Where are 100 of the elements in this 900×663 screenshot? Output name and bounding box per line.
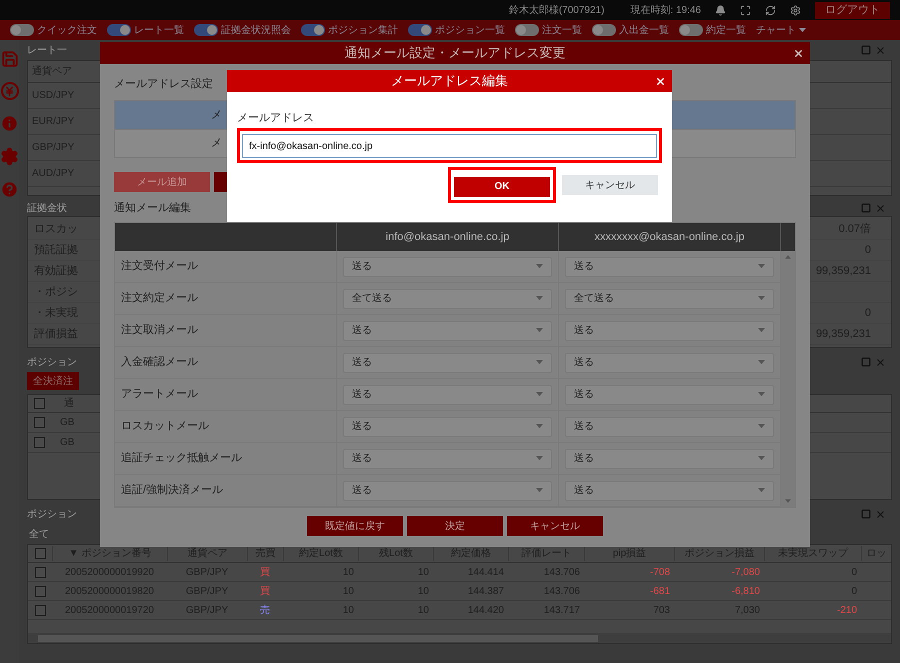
down-arrow-icon[interactable]	[785, 499, 791, 503]
table-cell-text: -681	[648, 584, 671, 598]
dropdown[interactable]: 送る	[565, 384, 774, 404]
settings-icon[interactable]	[790, 4, 801, 16]
section-title: 通知メール編集	[114, 200, 191, 216]
clock: 現在時刻: 19:46	[630, 4, 701, 18]
caret-icon	[758, 328, 765, 333]
toggle-switch[interactable]	[515, 24, 539, 36]
add-mail-button[interactable]: メール追加	[114, 172, 210, 192]
checkbox[interactable]	[34, 548, 46, 559]
caret-icon	[758, 264, 765, 269]
ok-button[interactable]: OK	[454, 176, 550, 196]
caret-icon	[536, 296, 543, 301]
panel-title: ポジション	[27, 356, 77, 370]
info-icon[interactable]	[0, 114, 19, 133]
help-icon[interactable]	[0, 180, 19, 199]
refresh-icon[interactable]	[765, 4, 776, 16]
user-name: 鈴木太郎様(7007921)	[508, 4, 604, 18]
row-label: 注文約定メール	[115, 283, 337, 314]
dropdown[interactable]: 送る	[565, 448, 774, 468]
toggle-switch[interactable]	[408, 24, 432, 36]
scrollbar[interactable]	[28, 633, 891, 643]
caret-icon	[536, 392, 543, 397]
dropdown[interactable]: 送る	[343, 480, 552, 500]
dropdown[interactable]: 送る	[343, 448, 552, 468]
close-icon[interactable]	[655, 76, 666, 87]
row-label: ロスカットメール	[115, 411, 337, 442]
checkbox[interactable]	[34, 417, 44, 428]
dropdown[interactable]: 全て送る	[343, 288, 552, 308]
dialog-button[interactable]: 既定値に戻す	[307, 516, 403, 536]
table-cell-text: 買	[259, 584, 271, 598]
caret-icon	[758, 296, 765, 301]
dropdown[interactable]: 送る	[565, 320, 774, 340]
table-cell-text: 売	[259, 604, 271, 618]
dropdown[interactable]: 送る	[343, 352, 552, 372]
dropdown[interactable]: 送る	[565, 256, 774, 276]
toggle-switch[interactable]	[10, 24, 34, 36]
logout-button[interactable]: ログアウト	[815, 2, 890, 18]
caret-icon	[758, 488, 765, 493]
scrollbar[interactable]	[781, 251, 795, 507]
panel-title: 証拠金状	[27, 202, 67, 216]
fullscreen-icon[interactable]	[740, 4, 751, 16]
field-label: メールアドレス	[237, 111, 315, 126]
dropdown[interactable]: 送る	[343, 384, 552, 404]
row-label: アラートメール	[115, 379, 337, 410]
caret-icon	[758, 456, 765, 461]
email-field[interactable]: fx-info@okasan-online.co.jp	[242, 134, 657, 158]
dropdown[interactable]: 送る	[343, 320, 552, 340]
cancel-button[interactable]: キャンセル	[562, 175, 658, 195]
toggle-switch[interactable]	[107, 24, 131, 36]
caret-icon	[758, 392, 765, 397]
bell-icon[interactable]	[715, 4, 726, 16]
toggle-label: 入出金一覧	[619, 24, 669, 38]
row-label: 入金確認メール	[115, 347, 337, 378]
caret-icon	[799, 28, 806, 32]
up-arrow-icon[interactable]	[785, 255, 791, 259]
maximize-icon[interactable]	[861, 45, 871, 55]
maximize-icon[interactable]	[861, 357, 871, 367]
chart-menu[interactable]: チャート	[756, 22, 806, 38]
dropdown[interactable]: 送る	[343, 256, 552, 276]
dialog-button[interactable]: 決定	[407, 516, 503, 536]
dialog-title: メールアドレス編集	[391, 72, 508, 90]
section-title: メールアドレス設定	[114, 76, 213, 92]
yen-icon[interactable]	[0, 82, 18, 100]
table-cell-text: 買	[259, 566, 271, 580]
dialog-button[interactable]: キャンセル	[507, 516, 603, 536]
checkbox[interactable]	[34, 437, 44, 448]
toggle-label: 約定一覧	[706, 24, 746, 38]
toggle-switch[interactable]	[301, 24, 325, 36]
caret-icon	[536, 264, 543, 269]
dropdown[interactable]: 送る	[565, 352, 774, 372]
dropdown[interactable]: 送る	[565, 480, 774, 500]
toggle-switch[interactable]	[679, 24, 703, 36]
checkbox[interactable]	[34, 604, 46, 616]
maximize-icon[interactable]	[861, 203, 871, 213]
close-all-button[interactable]: 全決済注	[27, 372, 79, 390]
toggle-label: クイック注文	[37, 24, 97, 38]
dropdown[interactable]: 送る	[565, 416, 774, 436]
dropdown[interactable]: 送る	[343, 416, 552, 436]
caret-icon	[536, 488, 543, 493]
toggle-switch[interactable]	[592, 24, 616, 36]
checkbox[interactable]	[34, 398, 44, 409]
row-label: 追証チェック抵触メール	[115, 443, 337, 474]
checkbox[interactable]	[34, 586, 46, 596]
caret-icon	[758, 360, 765, 365]
caret-icon	[536, 328, 543, 333]
toggle-switch[interactable]	[194, 24, 218, 36]
close-icon[interactable]	[793, 48, 804, 59]
filter-dropdown[interactable]: 全て	[27, 526, 49, 542]
toggle-label: ポジション一覧	[435, 24, 505, 38]
dialog-title: 通知メール設定・メールアドレス変更	[344, 44, 566, 62]
panel-title: レート一	[27, 44, 67, 58]
checkbox[interactable]	[34, 566, 46, 578]
save-icon[interactable]	[0, 50, 18, 68]
maximize-icon[interactable]	[861, 509, 871, 519]
toggle-label: レート一覧	[134, 24, 184, 38]
row-label: 注文受付メール	[115, 251, 337, 282]
table-cell-text: -210	[836, 604, 858, 618]
dropdown[interactable]: 全て送る	[565, 288, 774, 308]
caret-icon	[536, 424, 543, 429]
